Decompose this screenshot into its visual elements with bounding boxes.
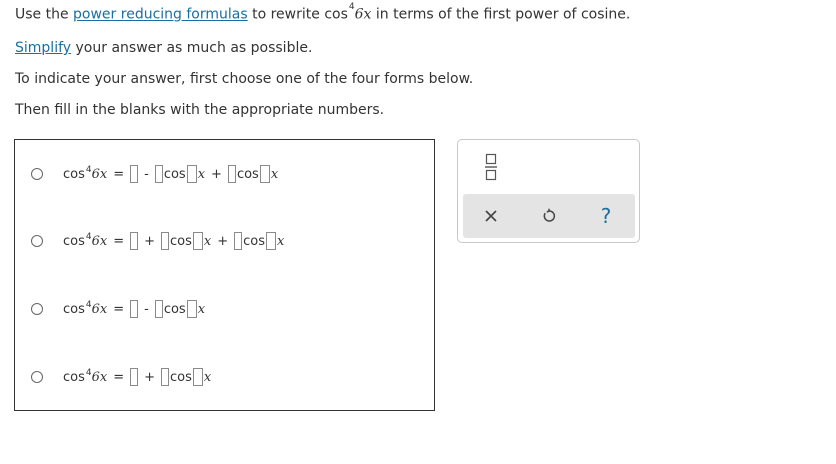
option-2-radio[interactable]: [31, 235, 43, 247]
blank-coefficient[interactable]: [161, 368, 170, 386]
blank-coefficient[interactable]: [161, 232, 170, 250]
exponent: 4: [348, 2, 355, 12]
instruction-text: in terms of the first power of cosine.: [371, 6, 631, 23]
operator: -: [144, 301, 149, 317]
undo-icon[interactable]: [537, 204, 561, 228]
blank-coefficient[interactable]: [154, 165, 163, 183]
clear-icon[interactable]: [479, 204, 503, 228]
cos-label: cos: [170, 233, 192, 249]
answer-option-2: cos 4 6x = + cos x + cos x: [31, 229, 284, 253]
option-1-expression: cos 4 6x = - cos x + cos x: [63, 165, 278, 183]
instruction-line-2: Simplify your answer as much as possible…: [15, 40, 312, 56]
instruction-line-1: Use the power reducing formulas to rewri…: [15, 2, 631, 23]
x-variable: x: [197, 166, 206, 182]
option-3-radio[interactable]: [31, 303, 43, 315]
blank-frequency[interactable]: [259, 165, 270, 183]
x-variable: x: [197, 301, 206, 317]
option-2-expression: cos 4 6x = + cos x + cos x: [63, 232, 284, 250]
blank-constant[interactable]: [130, 300, 139, 318]
lhs-argument: 6x: [91, 301, 108, 317]
option-1-radio[interactable]: [31, 168, 43, 180]
instruction-text: your answer as much as possible.: [71, 40, 313, 56]
option-4-radio[interactable]: [31, 371, 43, 383]
x-variable: x: [270, 166, 279, 182]
lhs-cos: cos: [63, 301, 85, 317]
answer-option-3: cos 4 6x = - cos x: [31, 297, 205, 321]
lhs-argument: 6x: [91, 166, 108, 182]
instruction-line-3: To indicate your answer, first choose on…: [15, 71, 474, 87]
lhs-cos: cos: [63, 233, 85, 249]
help-icon[interactable]: ?: [594, 204, 618, 228]
operator: +: [144, 369, 156, 385]
x-variable: x: [277, 233, 285, 249]
equals-sign: =: [113, 166, 125, 182]
equals-sign: =: [113, 233, 125, 249]
blank-frequency[interactable]: [186, 165, 197, 183]
answer-option-4: cos 4 6x = + cos x: [31, 365, 211, 389]
cos-label: cos: [163, 166, 186, 182]
instruction-text: to rewrite: [247, 6, 325, 23]
lhs-argument: 6x: [91, 233, 108, 249]
answer-options-box: cos 4 6x = - cos x + cos x cos 4 6x = + cos x +…: [14, 139, 435, 411]
operator: +: [217, 233, 229, 249]
lhs-cos: cos: [63, 369, 85, 385]
equals-sign: =: [113, 301, 125, 317]
cos-label: cos: [243, 233, 266, 249]
action-bar: ?: [463, 194, 635, 238]
blank-frequency[interactable]: [186, 300, 197, 318]
cos-function: cos: [324, 6, 348, 23]
blank-constant[interactable]: [130, 165, 139, 183]
blank-coefficient[interactable]: [234, 232, 243, 250]
blank-coefficient[interactable]: [154, 300, 163, 318]
fraction-icon[interactable]: [484, 152, 498, 182]
argument: 6x: [354, 6, 372, 23]
cos-label: cos: [236, 166, 259, 182]
lhs-exponent: 4: [85, 165, 92, 175]
x-variable: x: [203, 233, 212, 249]
blank-constant[interactable]: [130, 232, 139, 250]
lhs-exponent: 4: [85, 232, 92, 242]
operator: -: [144, 166, 149, 182]
option-3-expression: cos 4 6x = - cos x: [63, 300, 205, 318]
instruction-text: Use the: [15, 6, 74, 23]
blank-coefficient[interactable]: [227, 165, 236, 183]
x-variable: x: [203, 369, 212, 385]
cos-label: cos: [163, 301, 186, 317]
equals-sign: =: [113, 369, 125, 385]
simplify-link[interactable]: Simplify: [15, 40, 71, 56]
math-toolbar: ?: [457, 139, 640, 243]
blank-frequency[interactable]: [192, 232, 203, 250]
blank-constant[interactable]: [130, 368, 139, 386]
answer-option-1: cos 4 6x = - cos x + cos x: [31, 162, 278, 186]
blank-frequency[interactable]: [192, 368, 203, 386]
operator: +: [211, 166, 222, 182]
lhs-argument: 6x: [91, 369, 108, 385]
operator: +: [144, 233, 156, 249]
lhs-exponent: 4: [85, 368, 92, 378]
instruction-line-4: Then fill in the blanks with the appropr…: [15, 102, 385, 118]
lhs-cos: cos: [63, 166, 85, 182]
power-reducing-formulas-link[interactable]: power reducing formulas: [73, 7, 248, 23]
cos-label: cos: [170, 369, 192, 385]
lhs-exponent: 4: [85, 300, 92, 310]
blank-frequency[interactable]: [266, 232, 277, 250]
option-4-expression: cos 4 6x = + cos x: [63, 368, 211, 386]
